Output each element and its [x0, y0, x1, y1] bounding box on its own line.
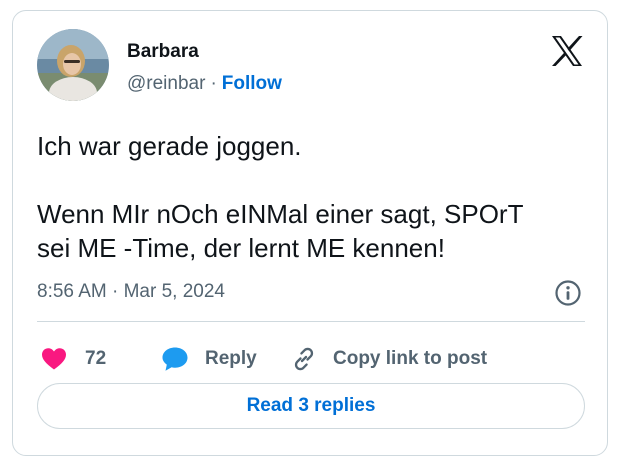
heart-icon	[42, 348, 66, 370]
avatar[interactable]	[37, 29, 109, 101]
reply-label: Reply	[205, 348, 257, 369]
speech-bubble-icon	[162, 347, 188, 371]
x-logo-icon[interactable]	[550, 35, 584, 67]
action-bar: 72 Reply Copy link to post	[37, 339, 597, 379]
tweet-line-1: Ich war gerade joggen.	[37, 131, 302, 161]
divider	[37, 321, 585, 322]
tweet-line-3: sei ME -Time, der lernt ME kennen!	[37, 233, 445, 263]
like-button[interactable]: 72	[41, 339, 106, 379]
author-name[interactable]: Barbara	[127, 41, 199, 63]
link-icon	[294, 347, 314, 371]
tweet-line-2: Wenn MIr nOch eINMal einer sagt, SPOrT	[37, 199, 524, 229]
info-icon[interactable]	[554, 279, 582, 307]
tweet-text: Ich war gerade joggen. Wenn MIr nOch eIN…	[37, 129, 597, 265]
timestamp-link[interactable]: 8:56 AM · Mar 5, 2024	[37, 281, 225, 303]
author-handle[interactable]: @reinbar	[127, 73, 205, 94]
read-replies-button[interactable]: Read 3 replies	[37, 383, 585, 429]
copy-link-button[interactable]: Copy link to post	[291, 339, 487, 379]
author-meta: @reinbar · Follow	[127, 73, 282, 95]
reply-button[interactable]: Reply	[161, 339, 257, 379]
copy-link-label: Copy link to post	[333, 348, 488, 369]
tweet-card: Barbara @reinbar · Follow Ich war gerade j…	[12, 10, 608, 456]
separator-dot: ·	[210, 73, 217, 94]
follow-link[interactable]: Follow	[222, 73, 282, 94]
like-count: 72	[85, 348, 107, 369]
